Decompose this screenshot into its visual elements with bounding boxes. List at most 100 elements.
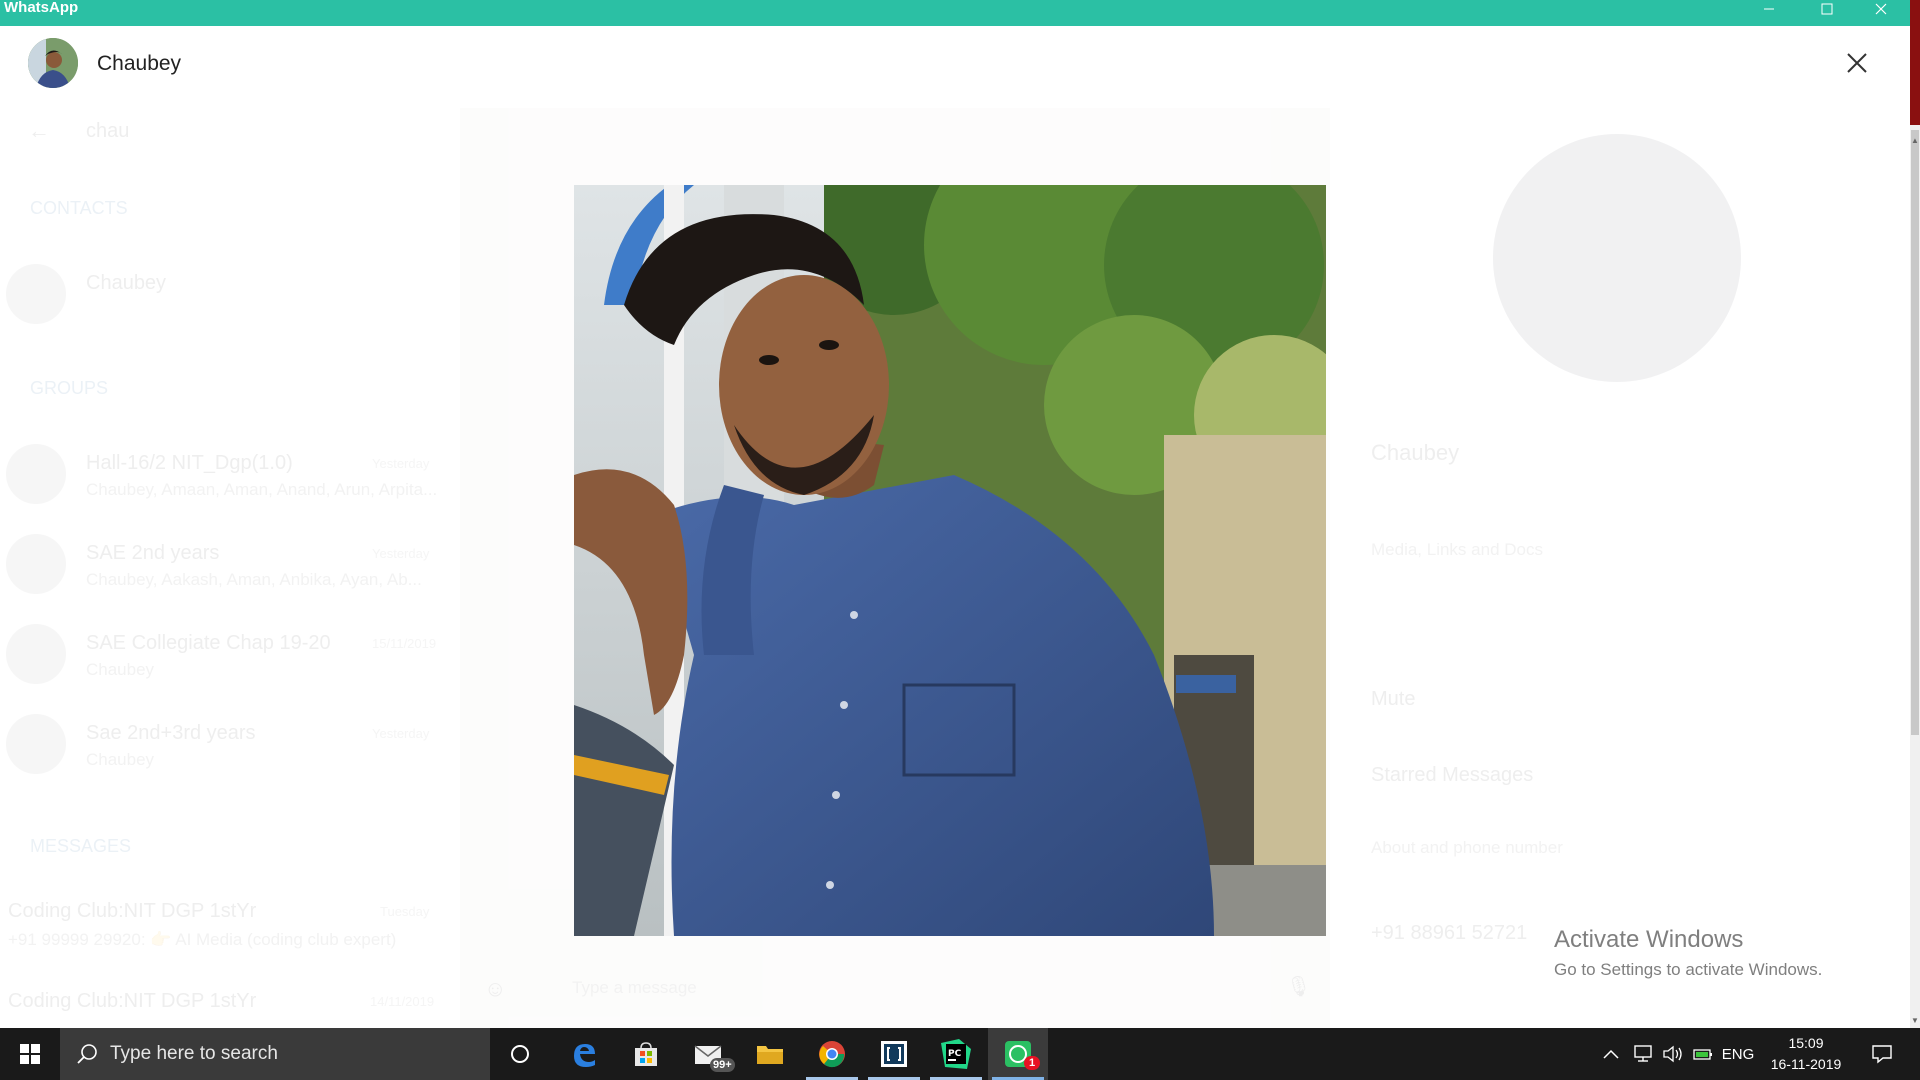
taskbar-file-explorer[interactable] bbox=[740, 1028, 800, 1080]
taskbar-code-editor[interactable] bbox=[864, 1028, 924, 1080]
list-item-title[interactable]: SAE Collegiate Chap 19-20 bbox=[86, 632, 331, 655]
list-item-title[interactable]: SAE 2nd years bbox=[86, 542, 219, 565]
windows-logo-icon bbox=[20, 1044, 40, 1064]
chrome-icon bbox=[819, 1041, 845, 1068]
activate-windows-title: Activate Windows bbox=[1554, 926, 1744, 953]
emoji-icon[interactable]: ☺ bbox=[484, 976, 506, 1002]
list-item-time: Tuesday bbox=[380, 904, 430, 919]
notification-icon bbox=[1872, 1045, 1892, 1064]
taskbar-chrome[interactable] bbox=[802, 1028, 862, 1080]
list-item-time: Yesterday bbox=[372, 726, 430, 741]
taskbar-whatsapp[interactable]: 1 bbox=[988, 1028, 1048, 1080]
taskbar-store[interactable] bbox=[616, 1028, 676, 1080]
language-indicator[interactable]: ENG bbox=[1718, 1028, 1758, 1080]
window-title: WhatsApp bbox=[4, 0, 79, 16]
network-tray[interactable] bbox=[1628, 1028, 1658, 1080]
scrollbar-edge bbox=[1910, 0, 1920, 125]
list-item-subtitle: Chaubey, Amaan, Aman, Anand, Arun, Arpit… bbox=[86, 480, 438, 499]
list-item-time: Yesterday bbox=[372, 456, 430, 471]
microphone-icon[interactable]: 🎙 bbox=[1286, 974, 1311, 999]
code-editor-icon bbox=[881, 1041, 907, 1067]
search-field-value[interactable]: chau bbox=[86, 120, 129, 143]
list-item-title[interactable]: Coding Club:NIT DGP 1stYr bbox=[8, 900, 256, 923]
taskbar-pycharm[interactable]: PC bbox=[926, 1028, 986, 1080]
clock-date: 16-11-2019 bbox=[1770, 1056, 1842, 1072]
close-icon bbox=[1875, 3, 1887, 15]
taskbar: Type here to search 99+ PC 1 ENG 15:09 1… bbox=[0, 1028, 1920, 1080]
profile-name: Chaubey bbox=[1371, 440, 1460, 465]
avatar bbox=[6, 444, 66, 504]
list-item-time: 14/11/2019 bbox=[370, 994, 435, 1009]
contact-name[interactable]: Chaubey bbox=[86, 272, 166, 295]
phone-number: +91 88961 52721 bbox=[1371, 922, 1528, 944]
compose-input[interactable]: Type a message bbox=[572, 978, 697, 998]
profile-photo bbox=[1493, 134, 1741, 382]
list-item-subtitle: Chaubey bbox=[86, 660, 155, 679]
scrollbar-thumb[interactable] bbox=[1911, 130, 1919, 735]
speaker-icon bbox=[1663, 1045, 1682, 1063]
search-placeholder: Type here to search bbox=[110, 1043, 278, 1064]
taskbar-clock[interactable]: 15:09 16-11-2019 bbox=[1756, 1033, 1856, 1075]
search-icon bbox=[77, 1044, 97, 1064]
list-item-title[interactable]: Sae 2nd+3rd years bbox=[86, 722, 256, 745]
avatar-image bbox=[28, 38, 78, 88]
chevron-up-icon bbox=[1603, 1049, 1619, 1059]
taskbar-search-box[interactable]: Type here to search bbox=[60, 1028, 490, 1080]
edge-browser-icon bbox=[574, 1044, 595, 1067]
battery-icon bbox=[1693, 1049, 1712, 1060]
taskbar-edge[interactable] bbox=[554, 1028, 614, 1080]
viewer-close-button[interactable] bbox=[1842, 48, 1872, 78]
minimize-button[interactable] bbox=[1746, 0, 1792, 18]
network-icon bbox=[1634, 1045, 1652, 1062]
section-messages: MESSAGES bbox=[30, 836, 132, 856]
photo-viewer-header bbox=[0, 26, 1910, 106]
mute-label: Mute bbox=[1371, 688, 1416, 710]
about-label: About and phone number bbox=[1371, 838, 1563, 857]
action-center-button[interactable] bbox=[1862, 1028, 1902, 1080]
profile-photo-large bbox=[574, 185, 1326, 936]
avatar bbox=[6, 534, 66, 594]
scroll-down-arrow-icon[interactable]: ▼ bbox=[1910, 1016, 1920, 1026]
starred-messages[interactable]: Starred Messages bbox=[1371, 764, 1533, 787]
list-item-subtitle: Chaubey bbox=[86, 750, 155, 769]
battery-tray[interactable] bbox=[1688, 1028, 1718, 1080]
start-button[interactable] bbox=[0, 1028, 60, 1080]
list-item-title[interactable]: Hall-16/2 NIT_Dgp(1.0) bbox=[86, 452, 293, 475]
section-groups: GROUPS bbox=[30, 378, 109, 398]
section-contacts: CONTACTS bbox=[30, 198, 128, 218]
list-item-time: 15/11/2019 bbox=[372, 636, 437, 651]
avatar bbox=[28, 38, 78, 88]
activate-windows-subtitle: Go to Settings to activate Windows. bbox=[1554, 960, 1823, 979]
svg-text:PC: PC bbox=[948, 1049, 962, 1059]
profile-photo-image bbox=[574, 185, 1326, 936]
cortana-button[interactable] bbox=[490, 1028, 550, 1080]
screen: WhatsApp ▲ ▼ ← chau CONTACTS Chaubey GRO… bbox=[0, 0, 1920, 1080]
avatar bbox=[6, 714, 66, 774]
microsoft-store-icon bbox=[635, 1042, 657, 1066]
maximize-icon bbox=[1821, 3, 1833, 15]
file-explorer-icon bbox=[757, 1046, 783, 1064]
close-icon bbox=[1847, 53, 1867, 73]
minimize-icon bbox=[1764, 8, 1774, 10]
cortana-circle-icon bbox=[511, 1045, 529, 1063]
viewer-contact-name: Chaubey bbox=[97, 52, 182, 75]
back-arrow-icon[interactable]: ← bbox=[28, 118, 50, 144]
title-bar: WhatsApp bbox=[0, 0, 1910, 26]
clock-time: 15:09 bbox=[1788, 1035, 1824, 1051]
maximize-button[interactable] bbox=[1804, 0, 1850, 18]
scroll-up-arrow-icon[interactable]: ▲ bbox=[1910, 136, 1920, 146]
media-links-docs[interactable]: Media, Links and Docs bbox=[1371, 540, 1543, 560]
show-hidden-icons[interactable] bbox=[1596, 1028, 1626, 1080]
taskbar-mail[interactable]: 99+ bbox=[678, 1028, 738, 1080]
mail-badge: 99+ bbox=[710, 1058, 735, 1072]
avatar bbox=[6, 264, 66, 324]
whatsapp-badge: 1 bbox=[1024, 1056, 1040, 1070]
window-close-button[interactable] bbox=[1858, 0, 1904, 18]
list-item-title[interactable]: Coding Club:NIT DGP 1stYr bbox=[8, 990, 256, 1013]
chat-list-pane: ← chau CONTACTS Chaubey GROUPS Hall-16/2… bbox=[0, 26, 460, 1028]
pycharm-icon: PC bbox=[941, 1039, 971, 1069]
volume-tray[interactable] bbox=[1658, 1028, 1688, 1080]
list-item-subtitle: Chaubey, Aakash, Aman, Anbika, Ayan, Ab.… bbox=[86, 570, 422, 589]
avatar bbox=[6, 624, 66, 684]
list-item-time: Yesterday bbox=[372, 546, 430, 561]
